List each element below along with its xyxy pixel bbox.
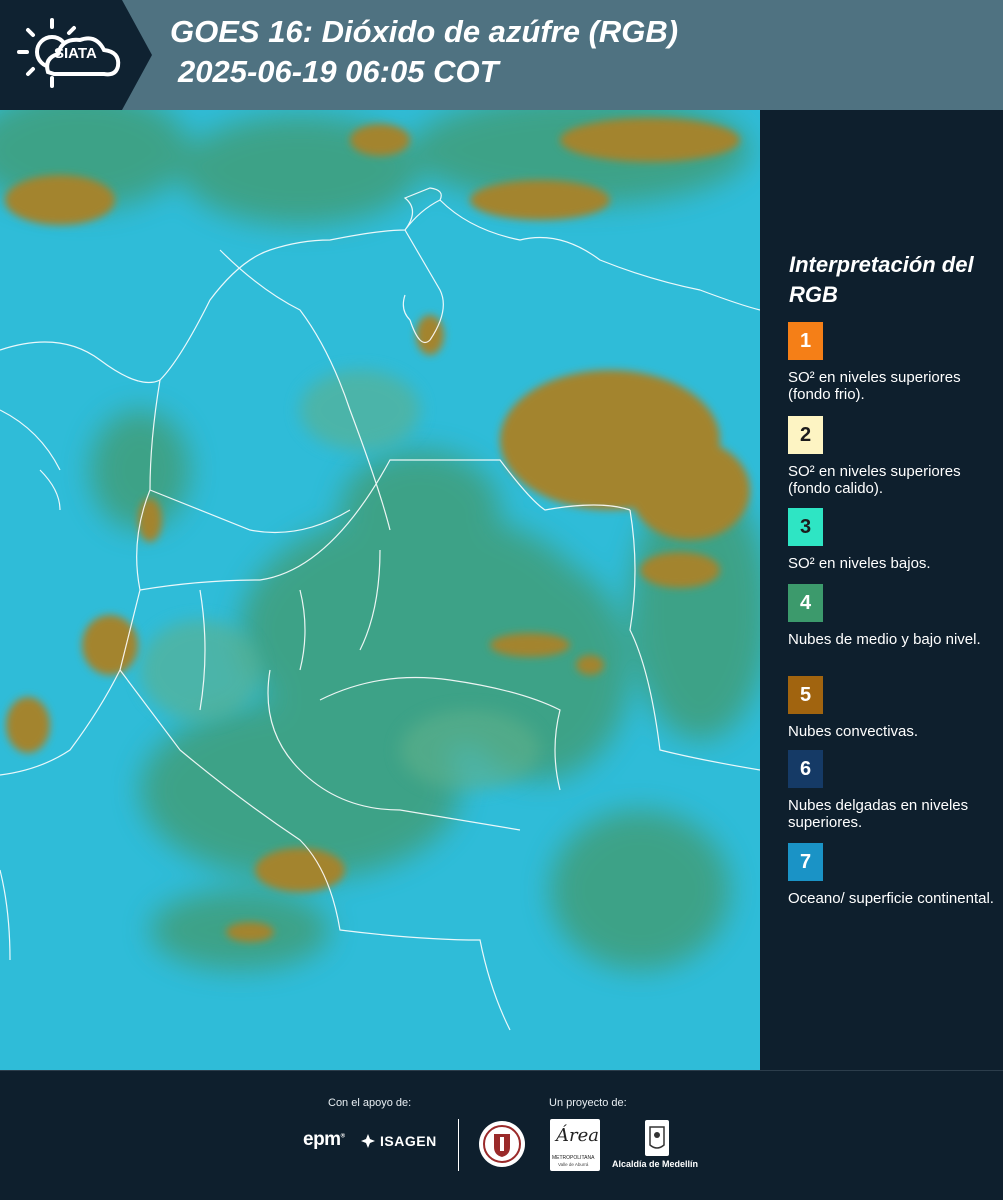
legend-number: 4: [799, 591, 812, 614]
legend-label: Nubes delgadas en niveles superiores.: [788, 797, 969, 831]
legend-number: 3: [799, 515, 812, 538]
legend-swatch: 3: [788, 508, 823, 546]
legend-label: SO² en niveles bajos.: [788, 555, 931, 572]
legend-item-4: 4 Nubes de medio y bajo nivel.: [788, 584, 998, 648]
legend-label: Nubes de medio y bajo nivel.: [788, 631, 981, 648]
legend-number: 5: [799, 683, 812, 706]
header-bar: SIATA GOES 16: Dióxido de azúfre (RGB) 2…: [0, 0, 1003, 110]
area-logo-subtext2: Valle de Aburrá: [558, 1162, 589, 1167]
page-title: GOES 16: Dióxido de azúfre (RGB): [170, 14, 679, 49]
isagen-logo-text: ISAGEN: [380, 1133, 437, 1149]
legend-item-5: 5 Nubes convectivas.: [788, 676, 998, 740]
isagen-logo[interactable]: ISAGEN: [360, 1133, 437, 1149]
legend-number: 1: [799, 329, 812, 352]
legend-title: Interpretación del RGB: [789, 252, 974, 307]
isagen-icon: [361, 1134, 375, 1148]
legend-swatch: 2: [788, 416, 823, 454]
logo-text: SIATA: [54, 45, 97, 62]
legend-item-1: 1 SO² en niveles superiores (fondo frio)…: [788, 322, 998, 403]
legend-swatch: 4: [788, 584, 823, 622]
timestamp: 2025-06-19 06:05 COT: [178, 54, 499, 89]
satellite-map[interactable]: [0, 110, 760, 1070]
legend-panel: Interpretación del RGB 1 SO² en niveles …: [760, 110, 1003, 1070]
epm-logo[interactable]: epm®: [303, 1129, 345, 1151]
legend-swatch: 1: [788, 322, 823, 360]
legend-label: SO² en niveles superiores (fondo calido)…: [788, 463, 961, 497]
legend-item-7: 7 Oceano/ superficie continental.: [788, 843, 998, 907]
medellin-crest-icon[interactable]: [644, 1119, 670, 1157]
legend-number: 7: [799, 850, 812, 873]
legend-swatch: 5: [788, 676, 823, 714]
project-label: Un proyecto de:: [549, 1097, 627, 1109]
footer-divider: [458, 1119, 459, 1171]
support-label: Con el apoyo de:: [328, 1097, 412, 1109]
legend-label: SO² en niveles superiores (fondo frio).: [788, 369, 961, 403]
satellite-image: [0, 110, 760, 1070]
legend-swatch: 6: [788, 750, 823, 788]
legend-item-6: 6 Nubes delgadas en niveles superiores.: [788, 750, 998, 831]
legend-item-2: 2 SO² en niveles superiores (fondo calid…: [788, 416, 998, 497]
legend-item-3: 3 SO² en niveles bajos.: [788, 508, 998, 572]
legend-label: Oceano/ superficie continental.: [788, 890, 994, 907]
legend-number: 2: [799, 423, 812, 446]
area-metropolitana-logo[interactable]: Área METROPOLITANA Valle de Aburrá: [550, 1119, 600, 1171]
medellin-label: Alcaldía de Medellín: [612, 1159, 699, 1169]
footer: Con el apoyo de: Un proyecto de: epm® IS…: [0, 1070, 1003, 1200]
area-logo-text: Área: [556, 1125, 599, 1146]
siata-logo[interactable]: SIATA: [0, 0, 152, 110]
epm-logo-text: epm: [303, 1129, 341, 1150]
legend-number: 6: [799, 757, 812, 780]
legend-swatch: 7: [788, 843, 823, 881]
legend-label: Nubes convectivas.: [788, 723, 919, 740]
university-seal-icon[interactable]: [477, 1119, 527, 1169]
area-logo-subtext: METROPOLITANA: [552, 1155, 595, 1161]
